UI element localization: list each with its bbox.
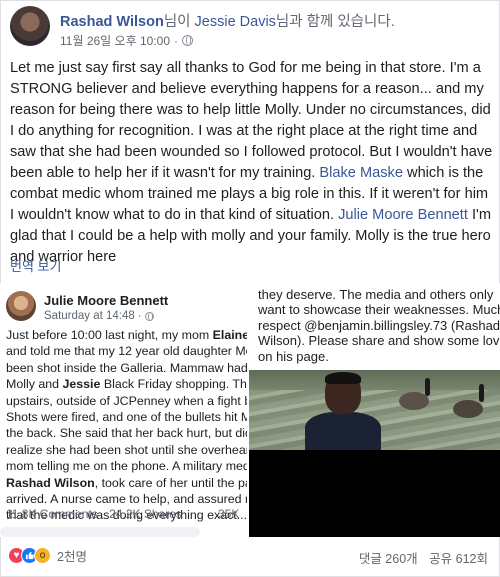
black-area (249, 450, 500, 537)
post-body: Let me just say first say all thanks to … (10, 58, 494, 268)
goose-neck (479, 384, 484, 402)
shared-time-text: Saturday at 14:48 (44, 310, 135, 322)
engagement-counts: 댓글 260개 공유 612회 (351, 548, 488, 567)
bold-name: Elaine (212, 328, 249, 342)
shared-comment-bar (0, 527, 200, 537)
shared-post-stats: 11.8K Comments 24.2K Shares (6, 507, 190, 521)
shared-text-line: the back. She said that her back hurt, b… (6, 426, 249, 441)
shared-text-line: and told me that my 12 year old daughter… (6, 344, 249, 359)
shared-shares-count: 24.2K Shares (109, 507, 182, 521)
post-header: Rashad Wilson님이 Jessie Davis님과 함께 있습니다. … (10, 6, 490, 50)
see-translation-link[interactable]: 번역 보기 (10, 256, 61, 275)
tag-blake-maske[interactable]: Blake Maske (319, 165, 403, 181)
comment-count[interactable]: 댓글 260개 (359, 552, 418, 566)
screenshot-left[interactable]: Julie Moore Bennett Saturday at 14:48 · … (0, 283, 249, 537)
shared-text-line: realize she had been shot until she over… (6, 442, 249, 457)
shared-text-line: Shots were fired, and one of the bullets… (6, 410, 249, 425)
rashad-photo (249, 370, 500, 450)
shared-post-time: Saturday at 14:48 · (44, 310, 154, 322)
share-count[interactable]: 공유 612회 (429, 552, 488, 566)
screenshot-right[interactable]: they deserve. The media and others only … (249, 283, 500, 537)
wow-icon[interactable]: o (34, 546, 51, 564)
shared-continued-text: they deserve. The media and others only … (258, 287, 500, 364)
person-figure (305, 372, 381, 450)
meta-separator: · (174, 33, 178, 48)
shared-comments-count: 11.8K Comments (6, 507, 98, 521)
author-name-link[interactable]: Rashad Wilson (60, 14, 164, 30)
shared-text-line: upstairs, outside of JCPenney when a fig… (6, 393, 249, 408)
author-avatar[interactable] (10, 6, 50, 46)
shared-text-line: Just before 10:00 last night, my mom Ela… (6, 328, 249, 342)
tag-julie-moore-bennett[interactable]: Julie Moore Bennett (338, 207, 468, 223)
person-hair (325, 372, 361, 384)
post-timestamp[interactable]: 11월 26일 오후 10:00 (60, 32, 170, 49)
with-suffix: 님과 함께 있습니다. (275, 14, 395, 30)
post-media[interactable]: Julie Moore Bennett Saturday at 14:48 · … (0, 283, 500, 537)
shared-reactions-count: 35K (218, 507, 240, 521)
with-prefix: 님이 (163, 14, 195, 30)
post-text-part-1: Let me just say first say all thanks to … (10, 60, 493, 181)
globe-icon (144, 311, 154, 321)
goose-figure (453, 400, 483, 418)
shared-text-line: Rashad Wilson, took care of her until th… (6, 475, 247, 490)
bold-name: Rashad Wilson (6, 475, 95, 490)
shared-time-sep: · (137, 310, 142, 322)
shared-text-line: Molly and Jessie Black Friday shopping. … (6, 377, 247, 392)
author-line: Rashad Wilson님이 Jessie Davis님과 함께 있습니다. (60, 10, 395, 31)
post-meta: 11월 26일 오후 10:00 · (60, 32, 193, 49)
shared-post-text: Just before 10:00 last night, my mom Ela… (6, 327, 249, 524)
shared-author-avatar (6, 291, 36, 321)
goose-neck (425, 378, 430, 396)
shared-text-line: mom telling me on the phone. A military … (6, 459, 249, 474)
tagged-person-link[interactable]: Jessie Davis (195, 14, 276, 30)
shared-text-line: arrived. A nurse came to help, and assur… (6, 492, 249, 507)
person-shirt (305, 412, 381, 450)
reaction-count[interactable]: 2천명 (57, 546, 87, 565)
globe-icon[interactable] (182, 35, 193, 46)
shared-author-name: Julie Moore Bennett (44, 293, 169, 308)
reactions-summary[interactable]: ♥ o 2천명 (8, 544, 87, 566)
bold-name: Jessie (62, 377, 101, 392)
shared-text-line: been shot inside the Galleria. Mammaw ha… (6, 360, 249, 375)
